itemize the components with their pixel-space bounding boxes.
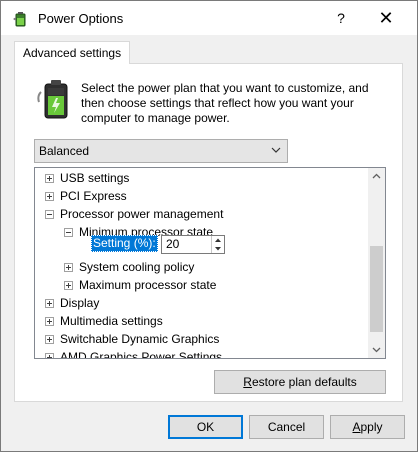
battery-icon bbox=[37, 80, 68, 119]
help-button[interactable]: ? bbox=[319, 3, 363, 33]
expand-plus-icon[interactable] bbox=[45, 335, 54, 344]
setting-percent-label[interactable]: Setting (%): bbox=[91, 235, 158, 252]
power-settings-tree[interactable]: USB settings PCI Express Processor power… bbox=[34, 167, 386, 359]
expand-plus-icon[interactable] bbox=[45, 353, 54, 358]
spin-arrows bbox=[211, 236, 224, 253]
spin-down-icon[interactable] bbox=[212, 245, 224, 253]
expand-plus-icon[interactable] bbox=[64, 281, 73, 290]
tree-item-label: AMD Graphics Power Settings bbox=[60, 350, 223, 358]
tree-viewport: USB settings PCI Express Processor power… bbox=[35, 168, 367, 358]
expand-plus-icon[interactable] bbox=[45, 174, 54, 183]
tree-item-label: USB settings bbox=[60, 171, 130, 185]
title-bar[interactable]: Power Options ? ✕ bbox=[1, 1, 417, 35]
setting-value-spinbox[interactable]: 20 bbox=[161, 235, 225, 254]
setting-value: 20 bbox=[166, 237, 180, 251]
apply-label-rest: pply bbox=[360, 420, 383, 434]
scrollbar-thumb[interactable] bbox=[370, 246, 383, 332]
apply-button[interactable]: Apply bbox=[330, 415, 405, 439]
ok-button[interactable]: OK bbox=[168, 415, 243, 439]
collapse-minus-icon[interactable] bbox=[64, 228, 73, 237]
tree-item-label: Switchable Dynamic Graphics bbox=[60, 332, 220, 346]
cancel-button[interactable]: Cancel bbox=[249, 415, 324, 439]
tree-vertical-scrollbar[interactable] bbox=[368, 168, 385, 358]
tab-advanced-settings[interactable]: Advanced settings bbox=[14, 41, 131, 64]
power-plan-value: Balanced bbox=[39, 144, 90, 158]
expand-plus-icon[interactable] bbox=[45, 299, 54, 308]
power-options-app-icon bbox=[13, 12, 26, 27]
tree-item-label: Multimedia settings bbox=[60, 314, 163, 328]
apply-mnemonic: A bbox=[352, 420, 361, 434]
expand-plus-icon[interactable] bbox=[45, 317, 54, 326]
restore-plan-defaults-button[interactable]: Restore plan defaults bbox=[214, 370, 386, 394]
restore-mnemonic: R bbox=[243, 375, 252, 389]
restore-label-rest: estore plan defaults bbox=[251, 375, 357, 389]
power-options-dialog: Power Options ? ✕ Advanced settings Sele… bbox=[0, 0, 418, 452]
chevron-down-icon bbox=[271, 147, 281, 153]
window-title: Power Options bbox=[38, 11, 124, 26]
tree-item-label: Maximum processor state bbox=[79, 278, 217, 292]
spin-up-icon[interactable] bbox=[212, 236, 224, 244]
tree-item-label: Processor power management bbox=[60, 207, 224, 221]
power-plan-dropdown[interactable]: Balanced bbox=[34, 139, 288, 163]
expand-plus-icon[interactable] bbox=[45, 192, 54, 201]
close-button[interactable]: ✕ bbox=[363, 3, 409, 33]
tree-item-label: Display bbox=[60, 296, 100, 310]
advanced-settings-panel: Select the power plan that you want to c… bbox=[14, 63, 403, 402]
tree-item-label: System cooling policy bbox=[79, 260, 195, 274]
expand-plus-icon[interactable] bbox=[64, 263, 73, 272]
tree-item-label: PCI Express bbox=[60, 189, 127, 203]
description-text: Select the power plan that you want to c… bbox=[81, 81, 369, 125]
scroll-down-icon[interactable] bbox=[368, 341, 385, 358]
scroll-up-icon[interactable] bbox=[368, 168, 385, 185]
collapse-minus-icon[interactable] bbox=[45, 210, 54, 219]
